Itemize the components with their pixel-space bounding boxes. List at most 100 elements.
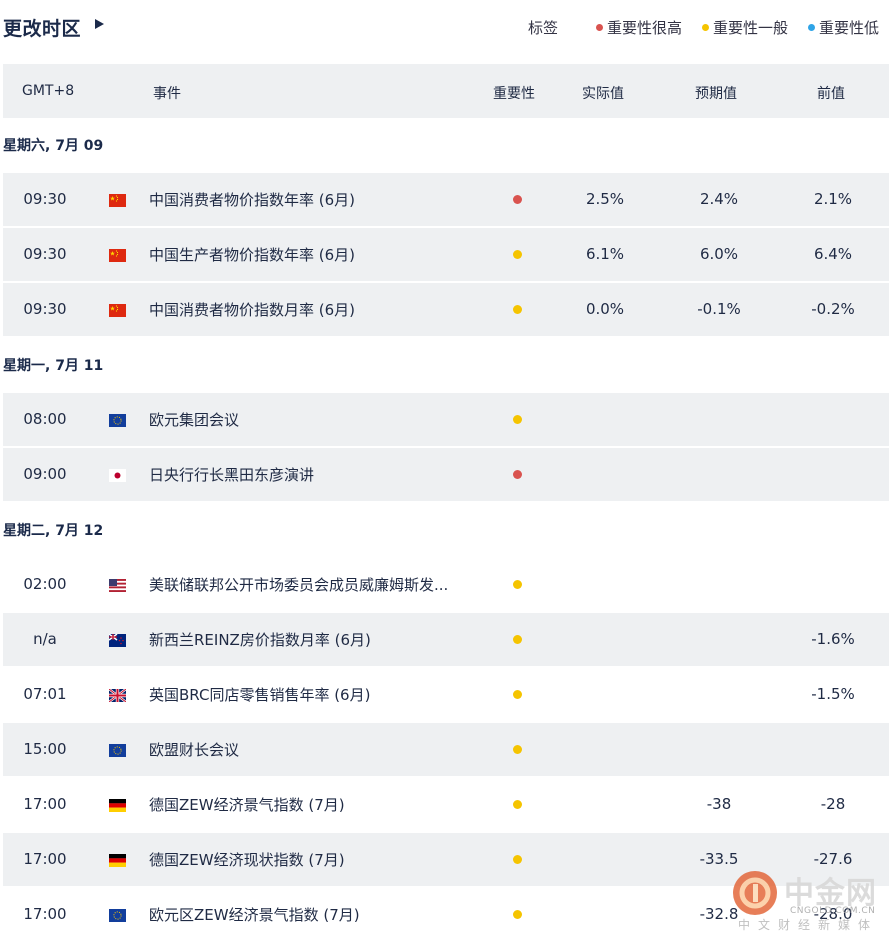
- importance-dot-icon: [513, 580, 522, 589]
- event-time: 17:00: [23, 795, 67, 813]
- importance-dot-icon: [513, 855, 522, 864]
- importance-legend: 标签 重要性很高 重要性一般 重要性低: [528, 17, 879, 38]
- previous-value: -1.6%: [811, 630, 855, 648]
- legend-item-label: 重要性很高: [606, 19, 682, 37]
- event-name[interactable]: 日央行行长黑田东彦演讲: [149, 464, 314, 485]
- event-name[interactable]: 欧盟财长会议: [149, 739, 239, 760]
- day-header: 星期二, 7月 12: [3, 523, 104, 539]
- previous-value: -28.0: [813, 905, 853, 923]
- event-name[interactable]: 英国BRC同店零售销售年率 (6月): [149, 684, 370, 705]
- forecast-value: -32.8: [699, 905, 739, 923]
- table-row[interactable]: 17:00 德国ZEW经济现状指数 (7月) -33.5 -27.6: [3, 833, 889, 886]
- table-row[interactable]: 15:00 欧盟财长会议: [3, 723, 889, 776]
- previous-value: -0.2%: [811, 300, 855, 318]
- event-time: 15:00: [23, 740, 67, 758]
- table-row[interactable]: 17:00 欧元区ZEW经济景气指数 (7月) -32.8 -28.0: [3, 888, 889, 941]
- germany-flag-icon: [109, 853, 126, 867]
- high-importance-dot-icon: [595, 24, 603, 31]
- japan-flag-icon: [109, 468, 126, 482]
- event-name[interactable]: 美联储联邦公开市场委员会成员威廉姆斯发...: [149, 574, 448, 595]
- top-bar: 更改时区 标签 重要性很高 重要性一般 重要性低: [0, 0, 891, 56]
- legend-item-medium: 重要性一般: [701, 17, 788, 38]
- previous-value: 2.1%: [813, 190, 853, 208]
- table-row[interactable]: 08:00 欧元集团会议: [3, 393, 889, 446]
- event-time: 09:00: [23, 465, 67, 483]
- actual-value: 2.5%: [585, 190, 625, 208]
- forecast-value: 6.0%: [699, 245, 739, 263]
- uk-flag-icon: [108, 688, 127, 703]
- importance-dot-icon: [513, 910, 522, 919]
- header-forecast: 预期值: [695, 86, 737, 102]
- day-header: 星期六, 7月 09: [3, 138, 104, 154]
- previous-value: -1.5%: [811, 685, 855, 703]
- china-flag-icon: [109, 193, 126, 207]
- table-row[interactable]: 09:00 日央行行长黑田东彦演讲: [3, 448, 889, 501]
- low-importance-dot-icon: [807, 24, 815, 31]
- table-row[interactable]: 09:30 中国消费者物价指数年率 (6月) 2.5% 2.4% 2.1%: [3, 173, 889, 226]
- legend-item-low: 重要性低: [807, 17, 879, 38]
- event-time: 08:00: [23, 410, 67, 428]
- legend-item-label: 重要性低: [818, 19, 879, 37]
- legend-item-high: 重要性很高: [595, 17, 682, 38]
- table-row[interactable]: 07:01 英国BRC同店零售销售年率 (6月) -1.5%: [3, 668, 889, 721]
- table-row[interactable]: 09:30 中国消费者物价指数月率 (6月) 0.0% -0.1% -0.2%: [3, 283, 889, 336]
- legend-label: 标签: [527, 19, 558, 37]
- header-actual: 实际值: [582, 86, 624, 102]
- legend-item-label: 重要性一般: [712, 19, 788, 37]
- event-name[interactable]: 欧元集团会议: [149, 409, 239, 430]
- eu-flag-icon: [109, 413, 126, 427]
- event-name[interactable]: 德国ZEW经济景气指数 (7月): [149, 794, 345, 815]
- germany-flag-icon: [109, 798, 126, 812]
- medium-importance-dot-icon: [701, 24, 709, 31]
- event-name[interactable]: 欧元区ZEW经济景气指数 (7月): [149, 904, 360, 925]
- event-name[interactable]: 中国生产者物价指数年率 (6月): [149, 244, 355, 265]
- importance-dot-icon: [513, 745, 522, 754]
- play-arrow-icon[interactable]: [95, 19, 104, 29]
- eu-flag-icon: [109, 743, 126, 757]
- event-time: 09:30: [23, 190, 67, 208]
- china-flag-icon: [109, 248, 126, 262]
- usa-flag-icon: [109, 578, 126, 592]
- importance-dot-icon: [513, 250, 522, 259]
- table-row[interactable]: 02:00 美联储联邦公开市场委员会成员威廉姆斯发...: [3, 558, 889, 611]
- table-header: GMT+8 事件 重要性 实际值 预期值 前值: [3, 64, 889, 118]
- header-previous: 前值: [817, 86, 845, 102]
- event-name[interactable]: 新西兰REINZ房价指数月率 (6月): [149, 629, 371, 650]
- importance-dot-icon: [513, 470, 522, 479]
- event-time: 07:01: [23, 685, 67, 703]
- importance-dot-icon: [513, 305, 522, 314]
- header-importance: 重要性: [493, 86, 535, 102]
- previous-value: -28: [820, 795, 846, 813]
- previous-value: 6.4%: [813, 245, 853, 263]
- forecast-value: -0.1%: [697, 300, 741, 318]
- event-name[interactable]: 中国消费者物价指数年率 (6月): [149, 189, 355, 210]
- day-header: 星期一, 7月 11: [3, 358, 104, 374]
- event-time: 02:00: [23, 575, 67, 593]
- event-time: 09:30: [23, 245, 67, 263]
- header-gmt: GMT+8: [22, 83, 75, 99]
- event-name[interactable]: 德国ZEW经济现状指数 (7月): [149, 849, 345, 870]
- importance-dot-icon: [513, 415, 522, 424]
- new-zealand-flag-icon: [108, 633, 126, 647]
- event-time: 17:00: [23, 905, 67, 923]
- change-timezone-link[interactable]: 更改时区: [3, 14, 81, 41]
- event-time: 17:00: [23, 850, 67, 868]
- eu-flag-icon: [109, 908, 126, 922]
- forecast-value: -33.5: [699, 850, 739, 868]
- forecast-value: 2.4%: [699, 190, 739, 208]
- importance-dot-icon: [513, 635, 522, 644]
- event-time: 09:30: [23, 300, 67, 318]
- table-row[interactable]: n/a 新西兰REINZ房价指数月率 (6月) -1.6%: [3, 613, 889, 666]
- event-time: n/a: [33, 630, 57, 648]
- importance-dot-icon: [513, 690, 522, 699]
- actual-value: 6.1%: [585, 245, 625, 263]
- previous-value: -27.6: [813, 850, 853, 868]
- event-name[interactable]: 中国消费者物价指数月率 (6月): [149, 299, 355, 320]
- importance-dot-icon: [513, 800, 522, 809]
- table-row[interactable]: 17:00 德国ZEW经济景气指数 (7月) -38 -28: [3, 778, 889, 831]
- china-flag-icon: [109, 303, 126, 317]
- table-row[interactable]: 09:30 中国生产者物价指数年率 (6月) 6.1% 6.0% 6.4%: [3, 228, 889, 281]
- importance-dot-icon: [513, 195, 522, 204]
- actual-value: 0.0%: [585, 300, 625, 318]
- header-event: 事件: [153, 86, 181, 102]
